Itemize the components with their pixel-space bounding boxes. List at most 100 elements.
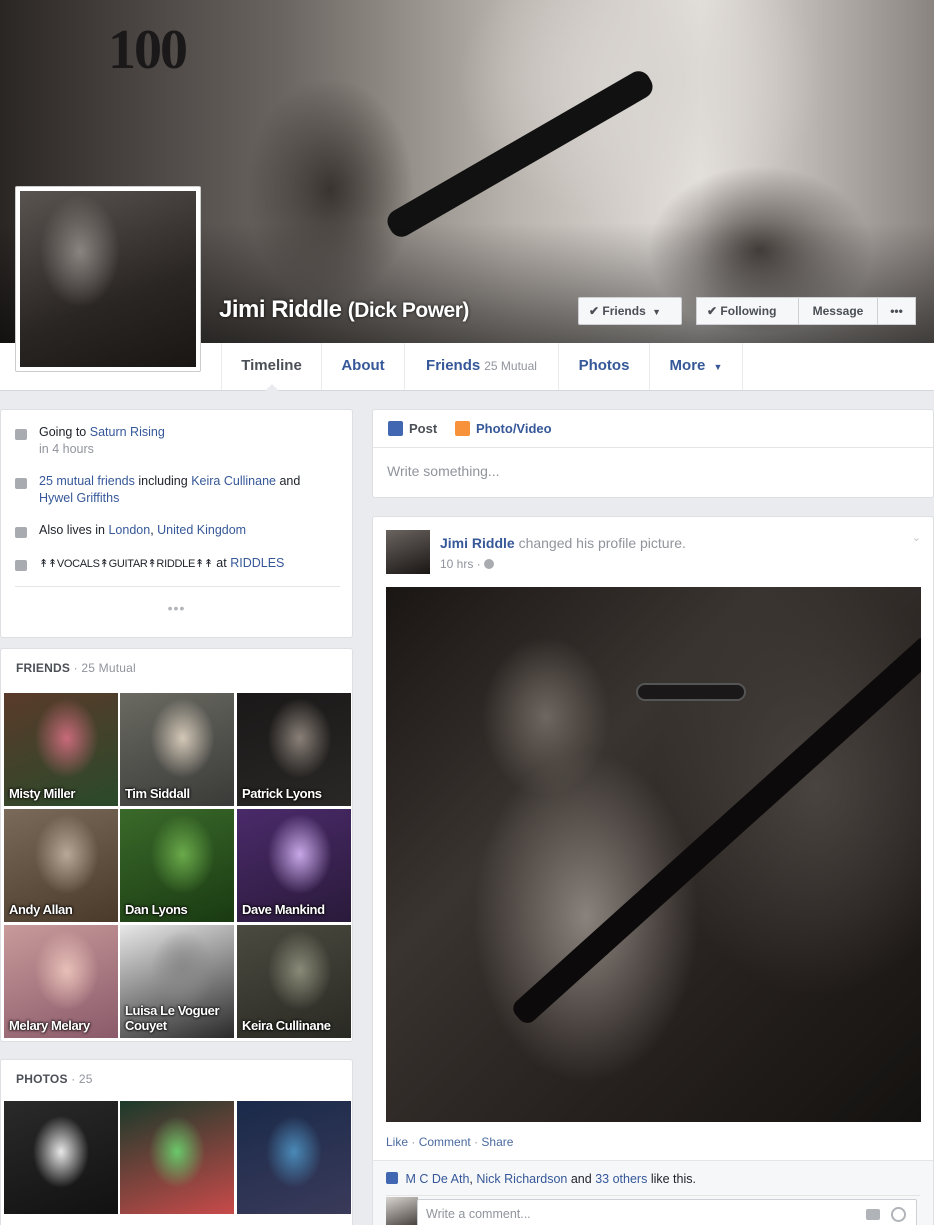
friend-tile[interactable]: Luisa Le Voguer Couyet: [120, 925, 234, 1038]
friend-tile[interactable]: Andy Allan: [4, 809, 118, 922]
tab-more[interactable]: More ▼: [649, 343, 743, 390]
post-action-text: changed his profile picture.: [518, 535, 686, 551]
work-title: ↟↟VOCALS↟GUITAR↟RIDDLE↟↟: [39, 558, 213, 570]
share-link[interactable]: Share: [481, 1135, 513, 1149]
post-author-link[interactable]: Jimi Riddle: [440, 535, 515, 551]
more-dots-icon: •••: [167, 600, 186, 616]
cover-guitar-shape: [383, 66, 657, 242]
intro-divider: [15, 586, 340, 587]
friend-name[interactable]: Dave Mankind: [242, 902, 325, 917]
intro-lives: Also lives in London, United Kingdom: [39, 523, 247, 537]
post-actions: Like · Comment · Share: [386, 1135, 514, 1149]
comment-input[interactable]: Write a comment...: [417, 1199, 917, 1225]
message-button[interactable]: Message: [799, 297, 878, 325]
event-link[interactable]: Saturn Rising: [90, 425, 165, 439]
tab-more-label: More: [669, 357, 706, 374]
friends-icon: [15, 478, 27, 489]
workplace-link[interactable]: RIDDLES: [230, 556, 284, 570]
friend-tile[interactable]: Misty Miller: [4, 693, 118, 806]
friend-name[interactable]: Andy Allan: [9, 902, 73, 917]
friend-tile[interactable]: Tim Siddall: [120, 693, 234, 806]
friend-tile[interactable]: Keira Cullinane: [237, 925, 351, 1038]
tab-photos-label: Photos: [578, 357, 630, 374]
caret-down-icon: ▼: [713, 362, 723, 372]
caret-down-icon: ▼: [652, 307, 662, 317]
profile-picture[interactable]: [15, 186, 201, 372]
friend-name[interactable]: Keira Cullinane: [242, 1018, 331, 1033]
more-options-button[interactable]: •••: [878, 297, 916, 325]
composer-photo-label: Photo/Video: [476, 421, 552, 436]
friend-name[interactable]: Melary Melary: [9, 1018, 90, 1033]
likes-divider: [386, 1195, 920, 1196]
work-icon: [15, 560, 27, 571]
city-link[interactable]: London: [108, 523, 150, 537]
tab-friends-label: Friends: [426, 357, 481, 374]
likes-suffix: like this.: [650, 1172, 696, 1186]
tab-photos[interactable]: Photos: [558, 343, 649, 390]
post-author-avatar[interactable]: [386, 530, 430, 574]
check-icon: ✔: [589, 304, 600, 318]
tab-friends[interactable]: Friends 25 Mutual: [404, 343, 558, 390]
friends-button[interactable]: ✔ Friends ▼: [578, 297, 682, 325]
photo-icon: [455, 421, 470, 436]
friend-tile[interactable]: Dave Mankind: [237, 809, 351, 922]
friends-heading[interactable]: FRIENDS · 25 Mutual: [16, 661, 136, 675]
profile-alt-name: (Dick Power): [347, 299, 470, 322]
photos-heading-count: · 25: [67, 1072, 93, 1086]
more-dots-icon: •••: [890, 304, 903, 318]
intro-work-at: at: [216, 556, 227, 570]
composer-card: Post Photo/Video Write something...: [372, 409, 934, 498]
friends-card: FRIENDS · 25 Mutual Misty Miller Tim Sidd…: [0, 648, 353, 1042]
friend-name[interactable]: Patrick Lyons: [242, 786, 322, 801]
likes-others-link[interactable]: 33 others: [595, 1172, 647, 1186]
tab-timeline-label: Timeline: [241, 357, 302, 374]
mutual-friend-link-1[interactable]: Keira Cullinane: [191, 474, 276, 488]
camera-icon[interactable]: [866, 1209, 880, 1220]
intro-lives-prefix: Also lives in: [39, 523, 105, 537]
composer-input[interactable]: Write something...: [387, 463, 500, 479]
intro-see-more[interactable]: •••: [1, 600, 352, 616]
friend-name[interactable]: Luisa Le Voguer Couyet: [125, 1003, 234, 1033]
photo-tile[interactable]: [4, 1101, 118, 1214]
mutual-friends-link[interactable]: 25 mutual friends: [39, 474, 135, 488]
comment-link[interactable]: Comment: [419, 1135, 471, 1149]
composer-tab-photo[interactable]: Photo/Video: [455, 421, 552, 436]
mutual-friend-link-2[interactable]: Hywel Griffiths: [39, 491, 119, 505]
emoji-icon[interactable]: [891, 1207, 906, 1222]
photos-heading[interactable]: PHOTOS · 25: [16, 1072, 93, 1086]
intro-and: and: [279, 474, 301, 488]
photo-tile[interactable]: [120, 1101, 234, 1214]
friend-name[interactable]: Tim Siddall: [125, 786, 190, 801]
post-photo[interactable]: [386, 587, 921, 1122]
composer-divider: [373, 447, 933, 448]
check-icon: ✔: [707, 304, 718, 318]
composer-tab-post[interactable]: Post: [388, 421, 437, 436]
liker-link-2[interactable]: Nick Richardson: [476, 1172, 567, 1186]
like-link[interactable]: Like: [386, 1135, 408, 1149]
post-card: Jimi Riddle changed his profile picture.…: [372, 516, 934, 1225]
following-button[interactable]: ✔ Following: [696, 297, 799, 325]
post-options-chevron-icon[interactable]: ⌄: [912, 531, 921, 544]
post-header: Jimi Riddle changed his profile picture.: [440, 535, 686, 551]
photo-tile[interactable]: [237, 1101, 351, 1214]
pencil-icon: [388, 421, 403, 436]
composer-post-label: Post: [409, 421, 438, 436]
tab-timeline[interactable]: Timeline: [221, 343, 321, 391]
friend-name[interactable]: Misty Miller: [9, 786, 75, 801]
friend-tile[interactable]: Dan Lyons: [120, 809, 234, 922]
profile-picture-image: [20, 191, 196, 367]
commenter-avatar: [386, 1197, 418, 1225]
friend-tile[interactable]: Patrick Lyons: [237, 693, 351, 806]
profile-name[interactable]: Jimi Riddle (Dick Power): [219, 296, 469, 324]
friend-name[interactable]: Dan Lyons: [125, 902, 188, 917]
tab-about[interactable]: About: [321, 343, 404, 390]
tab-about-label: About: [341, 357, 385, 374]
likes-summary: M C De Ath, Nick Richardson and 33 other…: [386, 1172, 696, 1186]
liker-link-1[interactable]: M C De Ath: [405, 1172, 469, 1186]
intro-mutual: 25 mutual friends including Keira Cullin…: [39, 473, 339, 507]
post-timestamp[interactable]: 10 hrs: [440, 557, 473, 571]
intro-event: Going to Saturn Rising in 4 hours: [39, 424, 165, 458]
profile-name-text: Jimi Riddle: [219, 296, 342, 323]
country-link[interactable]: United Kingdom: [157, 523, 246, 537]
friend-tile[interactable]: Melary Melary: [4, 925, 118, 1038]
